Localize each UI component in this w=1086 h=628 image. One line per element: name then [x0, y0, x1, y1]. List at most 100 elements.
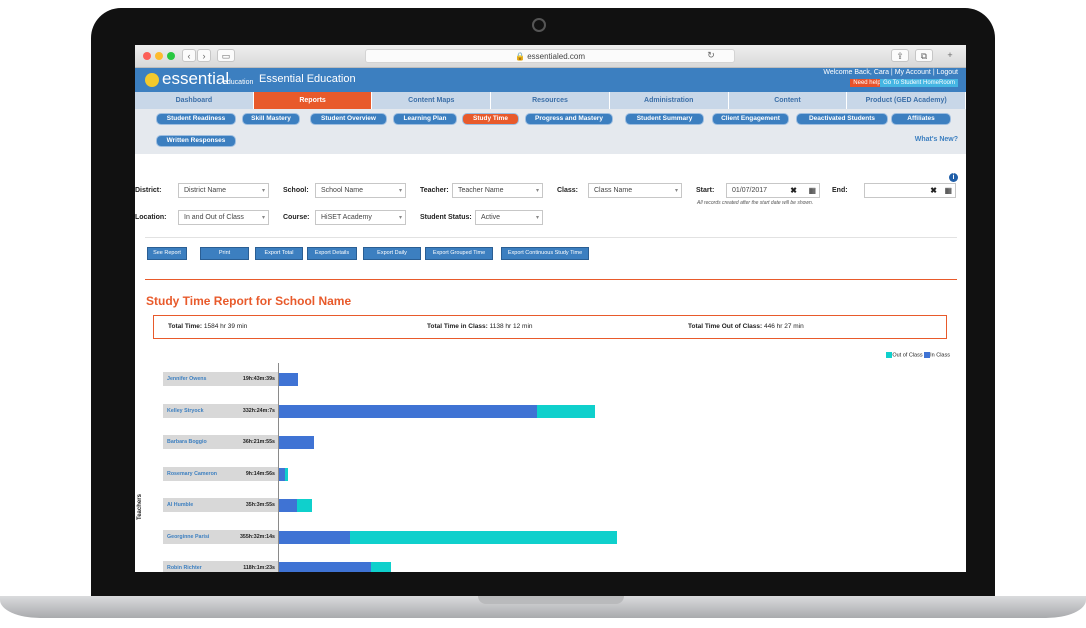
teacher-name-link[interactable]: Robin Richter [167, 565, 202, 571]
chart-legend: Out of Class In Class [886, 352, 950, 358]
lock-icon: 🔒 [514, 52, 525, 61]
tab-deactivated-students[interactable]: Deactivated Students [796, 113, 888, 125]
tab-affiliates[interactable]: Affiliates [891, 113, 951, 125]
teacher-name-link[interactable]: Rosemary Cameron [167, 471, 217, 477]
camera-icon [532, 18, 546, 32]
welcome-links[interactable]: Welcome Back, Cara | My Account | Logout [823, 69, 958, 76]
chart-axis [278, 363, 279, 572]
nav-dashboard[interactable]: Dashboard [135, 92, 254, 109]
logo-icon [145, 73, 159, 87]
status-value: Active [481, 214, 501, 221]
teacher-name-link[interactable]: Jennifer Owens [167, 376, 206, 382]
clear-end-icon[interactable]: ✖ [930, 184, 937, 198]
tab-study-time[interactable]: Study Time [462, 113, 519, 125]
print-button[interactable]: Print [200, 247, 249, 260]
class-select[interactable]: Class Name ▾ [588, 183, 682, 198]
bar-out-of-class[interactable] [537, 404, 595, 418]
tab-written-responses[interactable]: Written Responses [156, 135, 236, 147]
location-label: Location: [135, 214, 167, 221]
teacher-select[interactable]: Teacher Name ▾ [452, 183, 543, 198]
school-value: School Name [321, 187, 364, 194]
bar-in-class[interactable] [279, 562, 372, 572]
teacher-time-label: 35h:3m:55s [245, 502, 275, 508]
share-icon[interactable]: ⇪ [891, 49, 909, 62]
go-homeroom-button[interactable]: Go To Student HomeRoom [880, 79, 958, 87]
teacher-name-link[interactable]: Barbara Boggio [167, 439, 207, 445]
tab-progress-mastery[interactable]: Progress and Mastery [525, 113, 613, 125]
nav-product[interactable]: Product (GED Academy) [847, 92, 966, 109]
back-icon[interactable]: ‹ [182, 49, 196, 62]
district-select[interactable]: District Name ▾ [178, 183, 269, 198]
report-title: Study Time Report for School Name [146, 294, 352, 308]
teacher-name-link[interactable]: Al Humble [167, 502, 193, 508]
teacher-name-link[interactable]: Kelley Stryock [167, 408, 204, 414]
y-axis-label: Teachers [137, 494, 143, 520]
url-text: essentialed.com [527, 52, 585, 61]
maximize-icon[interactable] [167, 52, 175, 60]
close-icon[interactable] [143, 52, 151, 60]
teacher-time-label: 332h:24m:7s [242, 407, 275, 414]
tab-student-summary[interactable]: Student Summary [625, 113, 704, 125]
course-label: Course: [283, 214, 310, 221]
bar-out-of-class[interactable] [284, 467, 288, 481]
class-value: Class Name [594, 187, 633, 194]
start-label: Start: [696, 187, 715, 194]
bar-in-class[interactable] [279, 436, 314, 449]
caret-icon: ▾ [261, 188, 265, 194]
out-class-value: 446 hr 27 min [763, 323, 804, 330]
start-date-field[interactable]: 01/07/2017 ✖ ▦ [726, 183, 820, 198]
export-continuous-study-time-button[interactable]: Export Continuous Study Time [501, 247, 589, 260]
new-tab-icon[interactable]: + [943, 49, 957, 62]
bar-out-of-class[interactable] [350, 530, 617, 544]
teacher-value: Teacher Name [458, 187, 504, 194]
sidebar-icon[interactable]: ▭ [217, 49, 235, 62]
logo-subtext: education [223, 79, 254, 86]
export-total-button[interactable]: Export Total [255, 247, 303, 260]
start-date-value: 01/07/2017 [732, 187, 768, 194]
teacher-name-link[interactable]: Georginne Parisi [167, 534, 209, 540]
tabs-icon[interactable]: ⧉ [915, 49, 933, 62]
clear-start-icon[interactable]: ✖ [790, 184, 797, 198]
calendar-icon[interactable]: ▦ [808, 184, 816, 198]
class-label: Class: [557, 187, 579, 194]
export-details-button[interactable]: Export Details [307, 247, 357, 260]
caret-icon: ▾ [535, 188, 539, 194]
nav-administration[interactable]: Administration [610, 92, 729, 109]
status-select[interactable]: Active ▾ [475, 210, 543, 225]
tab-learning-plan[interactable]: Learning Plan [393, 113, 457, 125]
info-icon[interactable]: i [949, 173, 958, 182]
minimize-icon[interactable] [155, 52, 163, 60]
bar-in-class[interactable] [279, 373, 298, 386]
export-daily-button[interactable]: Export Daily [363, 247, 421, 260]
section-divider [145, 279, 957, 280]
tab-student-readiness[interactable]: Student Readiness [156, 113, 236, 125]
location-select[interactable]: In and Out of Class ▾ [178, 210, 269, 225]
tab-student-overview[interactable]: Student Overview [310, 113, 387, 125]
nav-content-maps[interactable]: Content Maps [372, 92, 492, 109]
course-select[interactable]: HiSET Academy ▾ [315, 210, 406, 225]
tab-skill-mastery[interactable]: Skill Mastery [242, 113, 300, 125]
nav-content[interactable]: Content [729, 92, 848, 109]
url-bar[interactable]: 🔒 essentialed.com [365, 49, 735, 63]
reload-icon[interactable]: ↻ [705, 49, 717, 62]
logo-text: essential [162, 69, 230, 88]
nav-resources[interactable]: Resources [491, 92, 610, 109]
bar-out-of-class[interactable] [371, 562, 392, 572]
nav-reports[interactable]: Reports [253, 92, 373, 109]
forward-icon[interactable]: › [197, 49, 211, 62]
bar-in-class[interactable] [279, 499, 298, 512]
teacher-time-label: 36h:21m:55s [242, 439, 275, 445]
tab-client-engagement[interactable]: Client Engagement [712, 113, 789, 125]
whats-new-link[interactable]: What's New? [915, 136, 958, 143]
see-report-button[interactable]: See Report [147, 247, 187, 260]
bar-in-class[interactable] [279, 530, 351, 544]
school-select[interactable]: School Name ▾ [315, 183, 406, 198]
caret-icon: ▾ [535, 215, 539, 221]
bar-out-of-class[interactable] [297, 499, 313, 512]
calendar-icon[interactable]: ▦ [944, 184, 952, 198]
course-value: HiSET Academy [321, 214, 372, 221]
bar-in-class[interactable] [279, 404, 538, 418]
end-date-field[interactable]: ✖ ▦ [864, 183, 956, 198]
export-grouped-time-button[interactable]: Export Grouped Time [425, 247, 493, 260]
caret-icon: ▾ [398, 188, 402, 194]
